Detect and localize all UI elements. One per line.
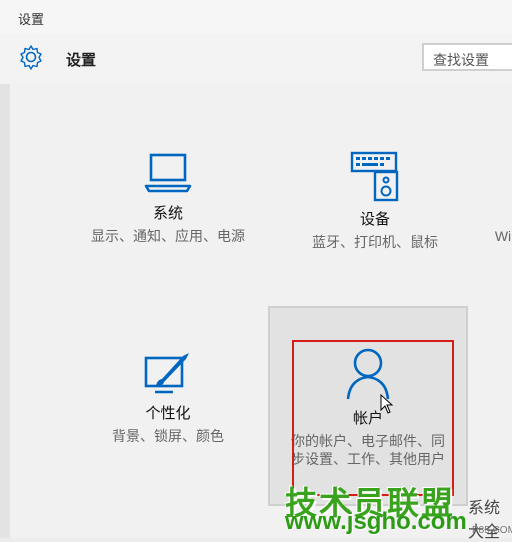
tile-system[interactable]: 系统 显示、通知、应用、电源 <box>88 150 248 245</box>
settings-window: 设置 设置 查找设置 系统 显示、通知、应用、电源 设备 蓝牙、打印机、鼠标 W… <box>0 0 512 541</box>
search-placeholder: 查找设置 <box>433 52 489 68</box>
left-edge-panel <box>0 84 10 538</box>
paintbrush-monitor-icon <box>144 353 189 394</box>
tile-network-partial-label: Wi <box>494 228 512 244</box>
watermark-url: www.jsgho.com <box>285 508 467 535</box>
tile-personalization-desc: 背景、锁屏、颜色 <box>112 428 224 444</box>
search-input[interactable]: 查找设置 <box>422 43 512 71</box>
window-title: 设置 <box>18 12 45 27</box>
watermark-small-text: P85.COM <box>472 525 512 536</box>
tile-system-label: 系统 <box>152 205 183 222</box>
tile-devices[interactable]: 设备 蓝牙、打印机、鼠标 <box>295 150 455 251</box>
highlight-box <box>292 340 454 496</box>
keyboard-speaker-icon <box>350 151 399 202</box>
laptop-icon <box>144 153 192 193</box>
tile-network-partial[interactable]: Wi <box>488 228 512 244</box>
tile-personalization-label: 个性化 <box>145 405 191 422</box>
title-bar: 设置 <box>0 0 512 34</box>
gear-icon <box>20 45 42 70</box>
tile-personalization[interactable]: 个性化 背景、锁屏、颜色 <box>102 350 234 445</box>
tile-devices-label: 设备 <box>359 211 390 228</box>
tile-system-desc: 显示、通知、应用、电源 <box>91 228 245 244</box>
page-title: 设置 <box>66 52 97 69</box>
tile-devices-desc: 蓝牙、打印机、鼠标 <box>312 234 438 250</box>
settings-header: 设置 查找设置 <box>0 34 512 84</box>
cursor-icon <box>380 394 394 414</box>
